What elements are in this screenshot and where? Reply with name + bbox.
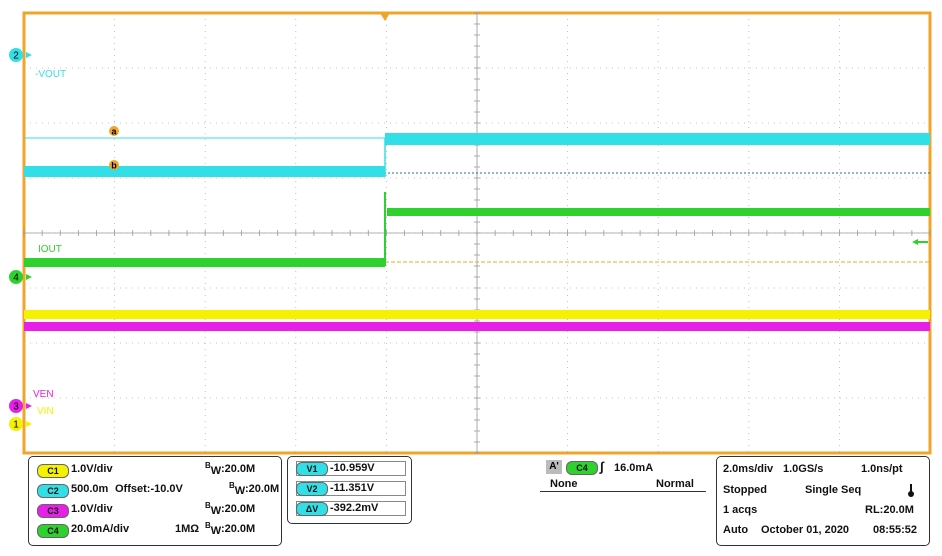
- sample-rate: 1.0GS/s: [783, 463, 824, 475]
- trigger-prefix: A': [546, 460, 562, 474]
- ch1-label: VIN: [37, 406, 54, 417]
- ch3-waveform: [24, 322, 930, 331]
- svg-text:1: 1: [13, 420, 19, 431]
- record-length: RL:20.0M: [865, 504, 914, 516]
- ch1-scale: 1.0V/div: [71, 463, 113, 475]
- channel-settings-panel: C1 1.0V/div BW:20.0M C2 500.0m Offset:-1…: [28, 456, 282, 546]
- ch3-bandwidth: BW:20.0M: [205, 501, 256, 517]
- acq-count: 1 acqs: [723, 504, 758, 516]
- cursor-delta-badge[interactable]: ΔV: [296, 502, 328, 516]
- acquisition-panel: 2.0ms/div 1.0GS/s 1.0ns/pt Stopped Singl…: [716, 456, 930, 546]
- timebase[interactable]: 2.0ms/div: [723, 463, 773, 476]
- resolution: 1.0ns/pt: [861, 463, 903, 475]
- trigger-slope-icon: ∫: [600, 459, 604, 474]
- ch2-badge[interactable]: C2: [37, 484, 69, 498]
- svg-text:b: b: [111, 161, 117, 171]
- ch1-waveform: [24, 310, 930, 319]
- ch2-scale: 500.0m: [71, 483, 109, 495]
- acq-time: 08:55:52: [873, 524, 918, 536]
- ch4-badge[interactable]: C4: [37, 524, 69, 538]
- cursor-v2-value: -11.351V: [330, 482, 375, 494]
- svg-text:3: 3: [13, 402, 19, 413]
- ch3-label: VEN: [33, 389, 54, 400]
- thermometer-icon: [908, 484, 914, 497]
- ch4-label: IOUT: [38, 244, 62, 255]
- cursor-v1-badge[interactable]: V1: [296, 462, 328, 476]
- trigger-source-badge[interactable]: C4: [566, 461, 598, 475]
- ch2-offset: Offset:-10.0V: [115, 483, 183, 495]
- ch3-scale: 1.0V/div: [71, 503, 113, 515]
- ch1-badge[interactable]: C1: [37, 464, 69, 478]
- ch4-impedance: 1MΩ: [175, 523, 200, 535]
- trigger-panel: A' C4 ∫ 16.0mA None Normal: [540, 456, 706, 492]
- cursor-delta-value: -392.2mV: [330, 502, 379, 514]
- svg-text:4: 4: [13, 273, 19, 284]
- acq-date: October 01, 2020: [761, 524, 850, 536]
- trigger-coupling: None: [550, 478, 578, 490]
- ch2-bandwidth: BW:20.0M: [229, 481, 280, 497]
- ch1-bandwidth: BW:20.0M: [205, 461, 256, 477]
- ch4-scale: 20.0mA/div: [71, 523, 130, 535]
- acq-sequence[interactable]: Single Seq: [805, 484, 861, 497]
- trigger-level: 16.0mA: [614, 462, 654, 474]
- cursor-v2-badge[interactable]: V2: [296, 482, 328, 496]
- acq-state: Stopped: [723, 484, 767, 496]
- acq-mode: Auto: [723, 524, 749, 536]
- trigger-mode: Normal: [656, 478, 694, 490]
- svg-text:2: 2: [13, 51, 19, 62]
- cursor-readout-panel: V1 -10.959V V2 -11.351V ΔV -392.2mV: [287, 456, 412, 524]
- ch3-badge[interactable]: C3: [37, 504, 69, 518]
- cursor-v1-value: -10.959V: [330, 462, 375, 474]
- ch2-label: -VOUT: [35, 69, 66, 80]
- ch4-bandwidth: BW:20.0M: [205, 521, 256, 537]
